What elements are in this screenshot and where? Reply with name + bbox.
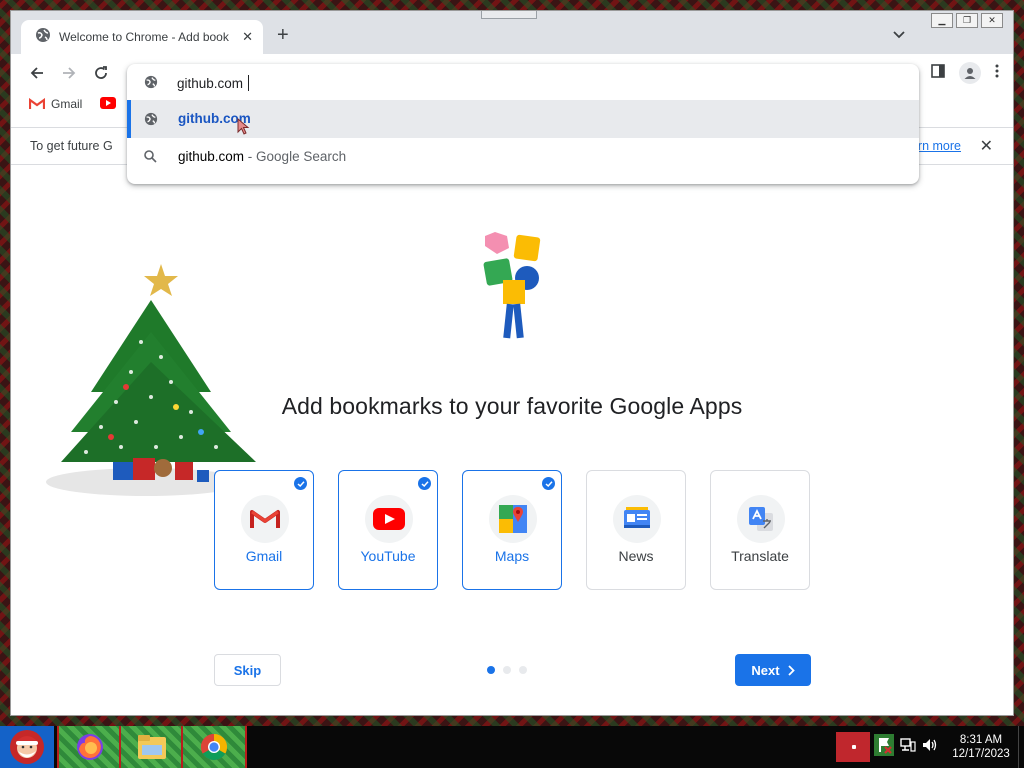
clock-time: 8:31 AM: [959, 734, 1003, 746]
santa-start-icon: [10, 730, 44, 764]
forward-button[interactable]: [59, 63, 79, 83]
skip-button[interactable]: Skip: [214, 654, 281, 686]
reload-icon: [95, 66, 107, 79]
christmas-tree-decoration: [46, 264, 256, 496]
system-tray: 8:31 AM 12/17/2023: [836, 726, 1024, 768]
folder-icon: [138, 735, 166, 759]
person-icon: [964, 68, 976, 79]
volume-icon[interactable]: [922, 738, 938, 757]
app-label-translate: Translate: [731, 548, 789, 564]
bookmark-youtube[interactable]: [100, 97, 116, 109]
gmail-icon: [241, 495, 289, 543]
taskbar-file-explorer[interactable]: [119, 726, 185, 768]
title-bar[interactable]: Welcome to Chrome - Add book ✕ + ▁ ❐ ✕: [11, 11, 1013, 54]
tray-icons: [874, 733, 938, 761]
youtube-icon: [365, 495, 413, 543]
gmail-icon: [29, 98, 45, 109]
drag-grip[interactable]: [481, 11, 537, 19]
bookmark-gmail[interactable]: Gmail: [29, 97, 82, 111]
profile-avatar[interactable]: [959, 62, 981, 84]
address-input[interactable]: [177, 72, 877, 94]
globe-icon: [144, 75, 158, 94]
app-label-maps: Maps: [494, 548, 530, 564]
search-icon: [144, 150, 157, 166]
mouse-cursor-icon: [237, 117, 251, 139]
back-button[interactable]: [27, 63, 47, 83]
new-tab-button[interactable]: +: [277, 25, 289, 45]
next-button[interactable]: Next: [735, 654, 811, 686]
app-card-translate[interactable]: Translate: [710, 470, 810, 590]
welcome-page: Add bookmarks to your favorite Google Ap…: [11, 166, 1013, 716]
toolbar-right: [931, 62, 999, 84]
app-card-youtube[interactable]: YouTube: [338, 470, 438, 590]
firefox-icon: [77, 734, 103, 760]
next-button-label: Next: [751, 662, 780, 678]
chevron-right-icon: [787, 664, 795, 676]
chrome-icon: [200, 733, 228, 761]
globe-icon: [144, 112, 158, 129]
step-indicator: [487, 666, 527, 674]
news-icon: [613, 495, 661, 543]
address-bar[interactable]: [127, 64, 919, 100]
youtube-icon: [100, 97, 116, 109]
text-caret: [248, 75, 249, 91]
translate-icon: [737, 495, 785, 543]
infobar-text: To get future G: [30, 139, 113, 153]
suggestion-url[interactable]: github.com: [127, 100, 919, 138]
clock-date: 12/17/2023: [952, 748, 1010, 760]
more-menu-icon[interactable]: [995, 64, 999, 83]
window-controls: ▁ ❐ ✕: [931, 13, 1003, 28]
tab-close-icon[interactable]: ✕: [242, 29, 253, 45]
checkmark-icon: [542, 477, 555, 490]
forward-arrow-icon: [63, 67, 76, 79]
omnibox-dropdown: github.com github.com - Google Search: [127, 64, 919, 184]
reload-button[interactable]: [91, 63, 111, 83]
bookmarks-illustration: [483, 232, 541, 339]
maps-icon: [489, 495, 537, 543]
suggestion-query: github.com: [178, 149, 245, 164]
app-card-maps[interactable]: Maps: [462, 470, 562, 590]
taskbar: 8:31 AM 12/17/2023: [0, 726, 1024, 768]
taskbar-chrome[interactable]: [181, 726, 247, 768]
app-label-news: News: [618, 548, 654, 564]
suggestion-search[interactable]: github.com - Google Search: [127, 138, 919, 176]
chrome-window: Welcome to Chrome - Add book ✕ + ▁ ❐ ✕ G…: [10, 10, 1014, 716]
app-card-news[interactable]: News: [586, 470, 686, 590]
step-dot-2[interactable]: [503, 666, 511, 674]
tab-search-chevron-icon[interactable]: [893, 27, 905, 45]
tab-welcome[interactable]: Welcome to Chrome - Add book ✕: [21, 20, 263, 54]
app-label-gmail: Gmail: [245, 548, 283, 564]
minimize-button[interactable]: ▁: [931, 13, 953, 28]
globe-icon: [35, 27, 51, 48]
bookmark-label: Gmail: [51, 97, 83, 111]
step-dot-1[interactable]: [487, 666, 495, 674]
checkmark-icon: [418, 477, 431, 490]
step-dot-3[interactable]: [519, 666, 527, 674]
network-icon[interactable]: [900, 737, 916, 757]
restore-button[interactable]: ❐: [956, 13, 978, 28]
suggestion-suffix: - Google Search: [244, 149, 347, 164]
taskbar-firefox[interactable]: [57, 726, 123, 768]
page-heading: Add bookmarks to your favorite Google Ap…: [281, 393, 743, 419]
tray-notification-area[interactable]: [836, 732, 870, 762]
show-desktop-button[interactable]: [1018, 726, 1024, 768]
suggestion-text: github.com - Google Search: [178, 149, 346, 164]
side-panel-icon[interactable]: [931, 63, 945, 83]
app-label-youtube: YouTube: [360, 548, 416, 564]
close-window-button[interactable]: ✕: [981, 13, 1003, 28]
back-arrow-icon: [30, 67, 43, 79]
checkmark-icon: [294, 477, 307, 490]
start-button[interactable]: [0, 726, 54, 768]
infobar-close-icon[interactable]: ✕: [980, 136, 993, 156]
tab-title: Welcome to Chrome - Add book: [59, 30, 229, 44]
action-center-flag-icon[interactable]: [874, 733, 894, 761]
app-card-gmail[interactable]: Gmail: [214, 470, 314, 590]
taskbar-clock[interactable]: 8:31 AM 12/17/2023: [946, 733, 1016, 761]
